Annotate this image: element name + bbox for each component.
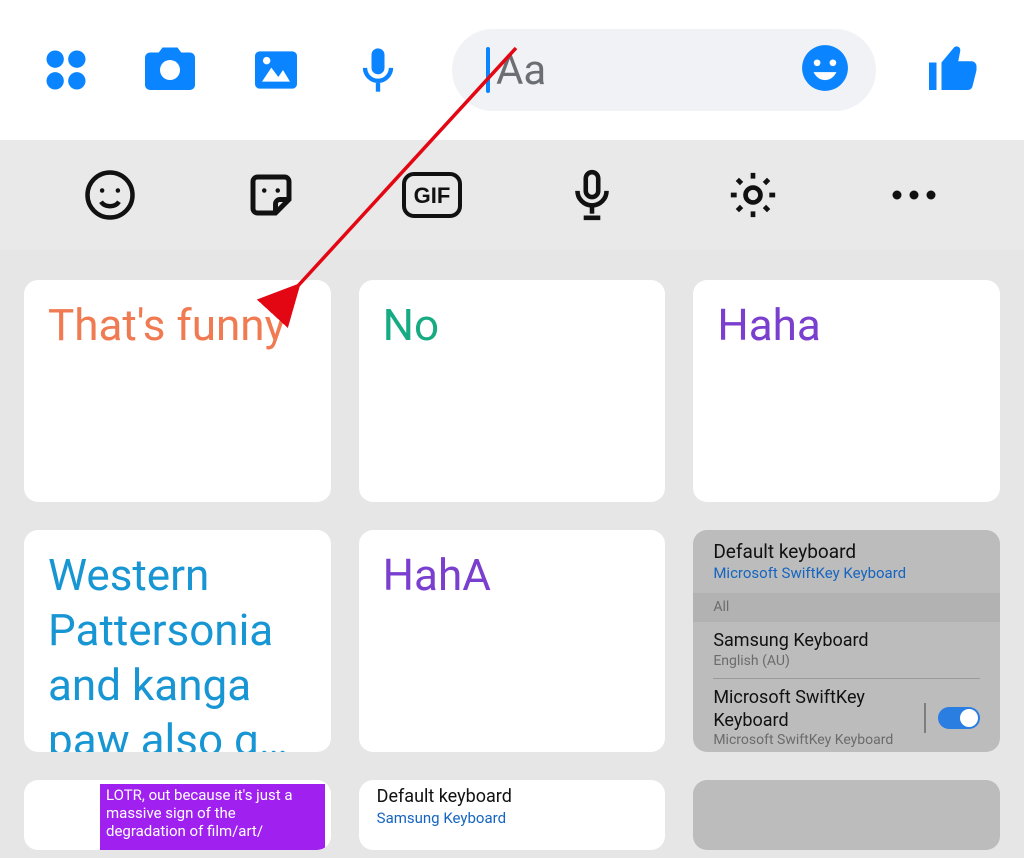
text-caret (486, 47, 490, 93)
emoji-icon[interactable] (800, 43, 850, 97)
style-tile-7[interactable]: Default keyboard Samsung Keyboard (359, 780, 666, 850)
tab-mic[interactable] (552, 155, 632, 235)
tab-settings[interactable] (713, 155, 793, 235)
style-tile-4[interactable]: HahA (359, 530, 666, 752)
message-input[interactable]: Aa (452, 29, 876, 111)
kbset-item-samsung: Samsung Keyboard English (AU) (693, 622, 1000, 678)
camera-icon[interactable] (140, 40, 200, 100)
kbset-default-title: Default keyboard (713, 540, 980, 564)
tab-sticker[interactable] (231, 155, 311, 235)
mic-icon[interactable] (352, 44, 404, 96)
messenger-composer: Aa (0, 0, 1024, 140)
style-tile-8[interactable] (693, 780, 1000, 850)
kbset-default-sub: Microsoft SwiftKey Keyboard (713, 564, 980, 583)
tab-smiley[interactable] (70, 155, 150, 235)
thumbs-up-icon[interactable] (924, 40, 984, 100)
keyboard-tab-row: GIF (0, 140, 1024, 250)
style-tiles-grid: That's funny No Haha Western Pattersonia… (0, 250, 1024, 858)
tab-gif[interactable]: GIF (392, 155, 472, 235)
style-tile-1[interactable]: No (359, 280, 666, 502)
svg-text:GIF: GIF (413, 183, 450, 208)
style-tile-6[interactable]: LOTR, out because it's just a massive si… (24, 780, 331, 850)
toggle-swiftkey[interactable] (938, 707, 980, 729)
style-tile-3[interactable]: Western Pattersonia and kanga paw also g… (24, 530, 331, 752)
style-tile-0[interactable]: That's funny (24, 280, 331, 502)
kbset-section: All (693, 593, 1000, 623)
style-tile-2[interactable]: Haha (693, 280, 1000, 502)
tab-more[interactable] (874, 155, 954, 235)
apps-icon[interactable] (40, 44, 92, 96)
message-placeholder: Aa (496, 46, 546, 95)
keyboard-settings-tile[interactable]: Default keyboard Microsoft SwiftKey Keyb… (693, 530, 1000, 752)
gallery-icon[interactable] (248, 42, 304, 98)
kbset-item-swiftkey: Microsoft SwiftKey Keyboard Microsoft Sw… (693, 679, 1000, 752)
